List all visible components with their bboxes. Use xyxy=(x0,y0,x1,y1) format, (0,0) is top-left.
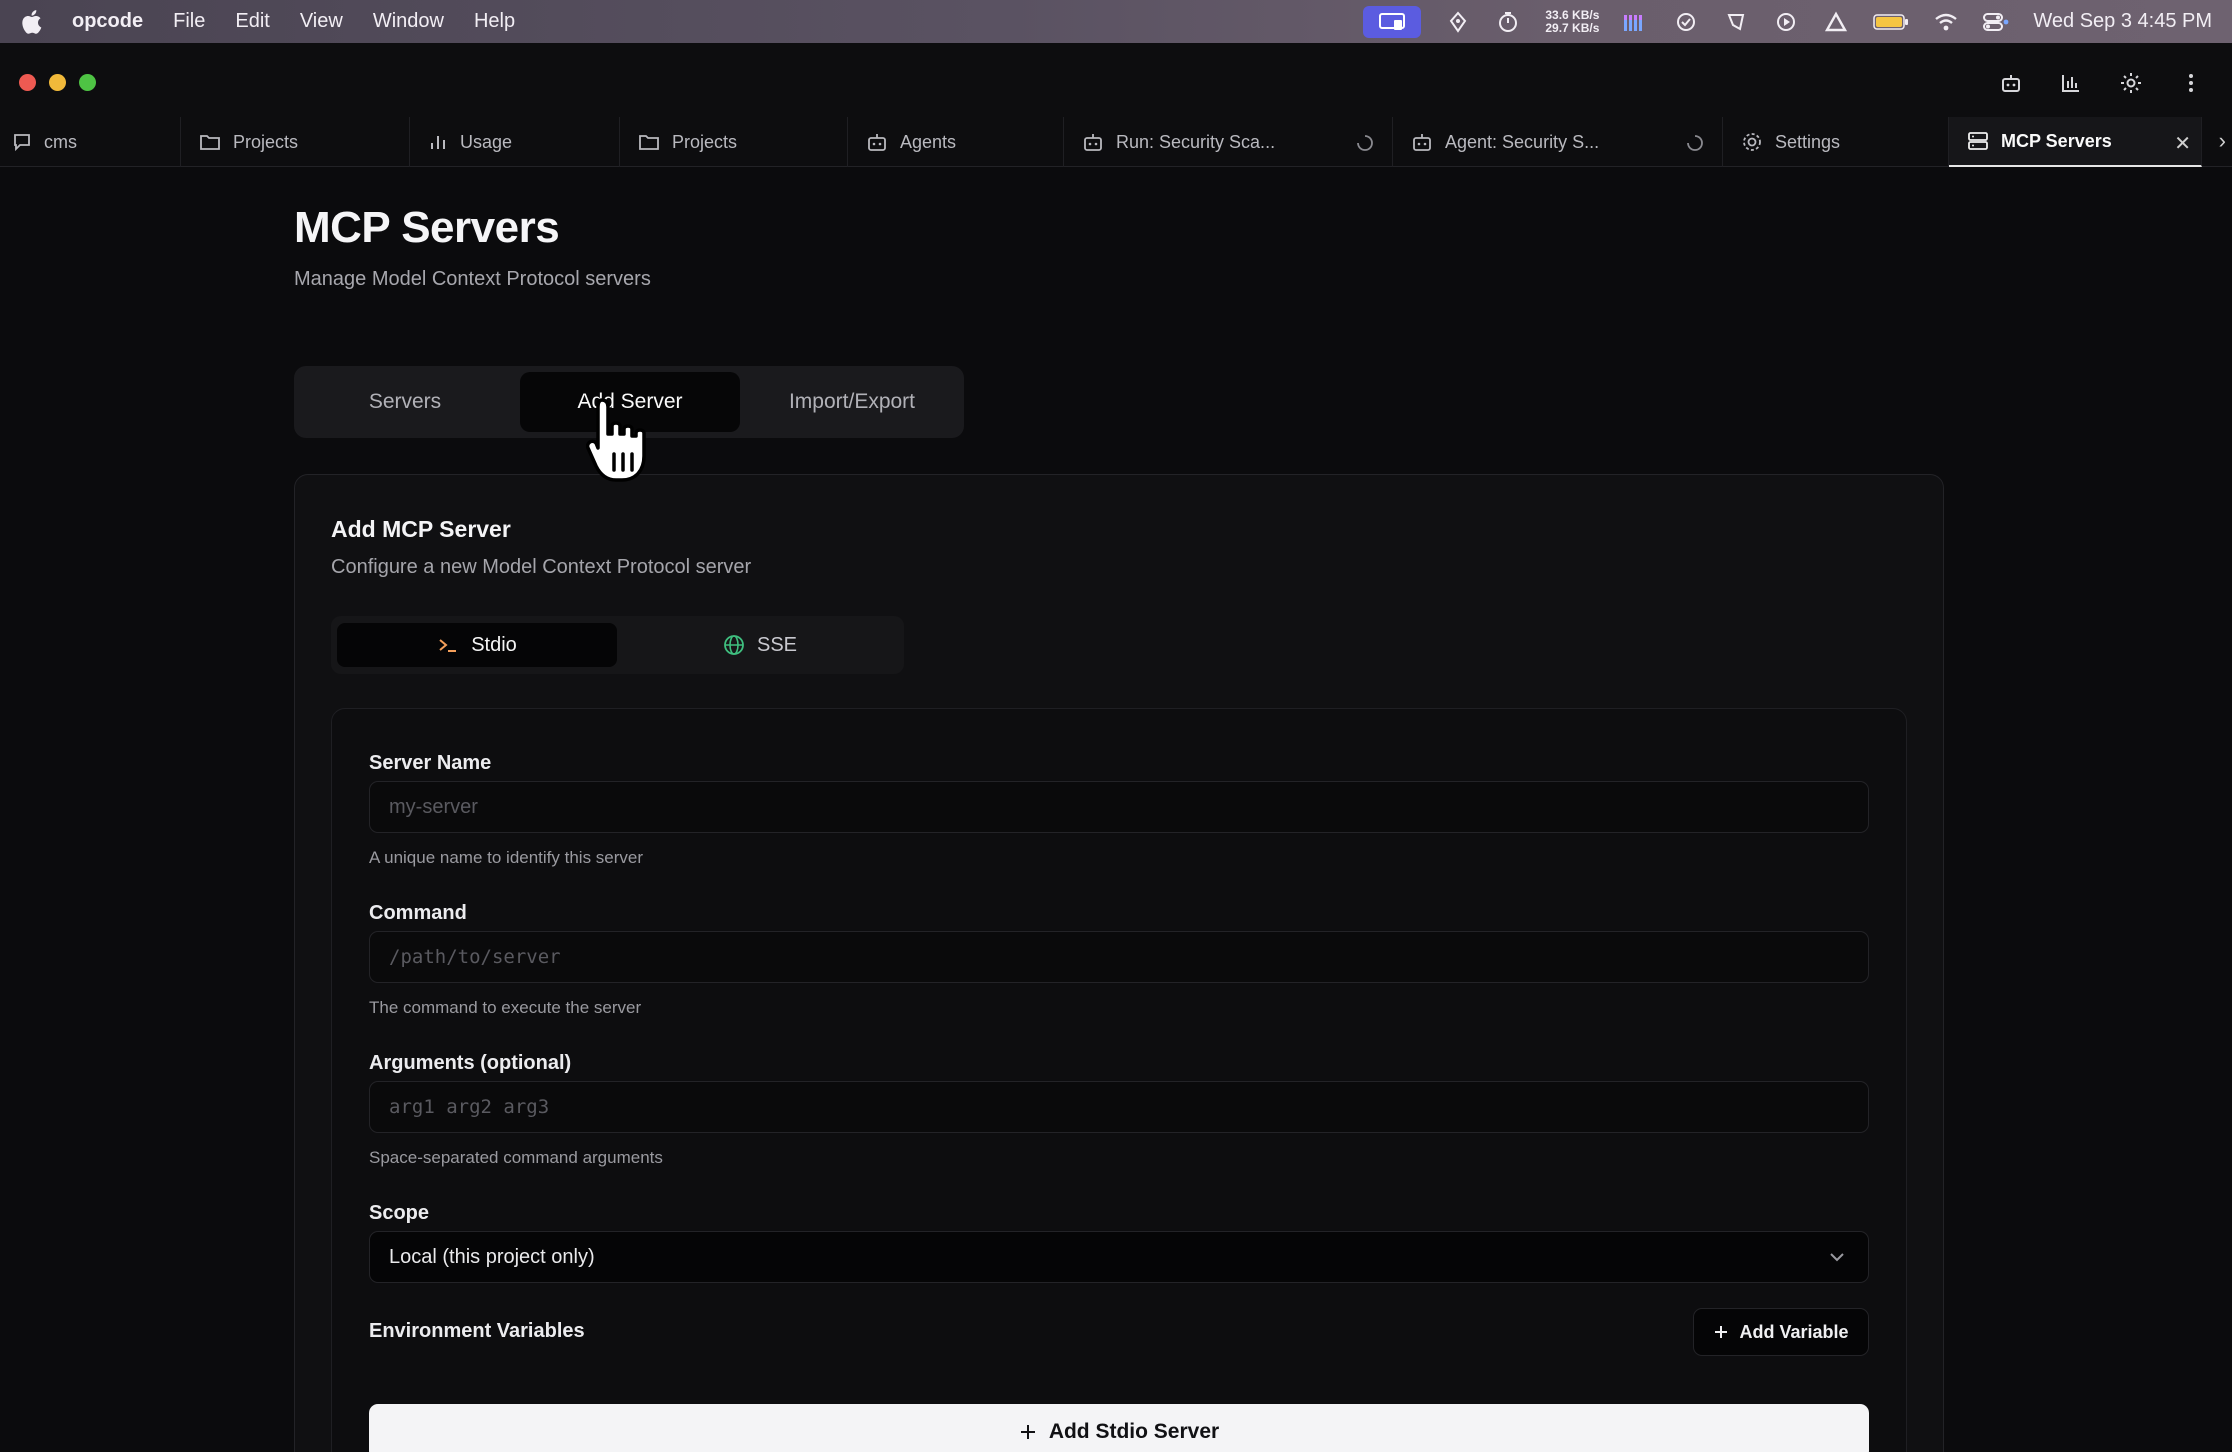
tab-mcp-servers[interactable]: MCP Servers ✕ xyxy=(1949,117,2202,167)
tab-servers[interactable]: Servers xyxy=(300,372,510,432)
network-speed: 33.6 KB/s 29.7 KB/s xyxy=(1545,7,1600,35)
globe-icon xyxy=(724,635,744,655)
apple-icon[interactable] xyxy=(20,9,46,35)
arguments-label: Arguments (optional) xyxy=(369,1052,572,1074)
chevron-right-icon[interactable]: › xyxy=(2219,128,2226,154)
menu-bar: opcode File Edit View Window Help 33.6 K… xyxy=(0,0,2232,43)
menu-help[interactable]: Help xyxy=(474,10,515,33)
triangle-icon[interactable] xyxy=(1823,11,1849,33)
network-upload-speed: 33.6 KB/s xyxy=(1545,7,1600,22)
menu-edit[interactable]: Edit xyxy=(235,10,269,33)
arguments-input[interactable] xyxy=(369,1081,1869,1133)
screen-mirroring-icon[interactable] xyxy=(1363,5,1422,38)
loading-spinner-icon xyxy=(1687,135,1703,151)
app-menu-name[interactable]: opcode xyxy=(72,10,143,33)
tab-bar: cms Projects Usage Projects Agents Run: … xyxy=(0,117,2232,167)
bar-chart-icon xyxy=(431,136,445,149)
server-icon xyxy=(1968,132,1988,150)
battery-icon[interactable] xyxy=(1873,11,1909,33)
menu-window[interactable]: Window xyxy=(373,10,444,33)
transport-sse-button[interactable]: SSE xyxy=(621,623,899,667)
cpu-meter-icon[interactable] xyxy=(1623,11,1649,33)
chevron-down-icon xyxy=(1830,1253,1844,1262)
tab-import-export[interactable]: Import/Export xyxy=(746,372,958,432)
settings-toolbar-icon[interactable] xyxy=(2118,70,2144,96)
transport-type-toggle: Stdio SSE xyxy=(331,616,904,674)
window-zoom-button[interactable] xyxy=(79,74,96,91)
close-tab-icon[interactable]: ✕ xyxy=(2174,131,2191,156)
usage-toolbar-icon[interactable] xyxy=(2058,70,2084,96)
loading-spinner-icon xyxy=(1357,135,1373,151)
more-vertical-icon[interactable] xyxy=(2178,70,2204,96)
command-help: The command to execute the server xyxy=(369,998,642,1017)
page-subtitle: Manage Model Context Protocol servers xyxy=(294,268,651,290)
network-download-speed: 29.7 KB/s xyxy=(1545,20,1600,35)
tab-label: Projects xyxy=(672,131,738,152)
bot-icon xyxy=(1413,134,1431,151)
terminal-icon xyxy=(439,639,457,652)
tab-label: Agent: Security S... xyxy=(1445,131,1600,152)
window-close-button[interactable] xyxy=(19,74,36,91)
env-vars-label: Environment Variables xyxy=(369,1320,585,1342)
tab-agent-security[interactable]: Agent: Security S... xyxy=(1393,117,1723,167)
mcp-tabs: Servers Add Server Import/Export xyxy=(294,366,964,438)
control-center-icon[interactable] xyxy=(1983,11,2009,33)
window-actions xyxy=(1998,70,2204,96)
add-variable-button[interactable]: Add Variable xyxy=(1693,1308,1869,1356)
gear-icon xyxy=(1743,133,1761,151)
tab-settings[interactable]: Settings xyxy=(1723,117,1949,167)
plus-icon xyxy=(1020,1425,1035,1439)
pen-tool-icon[interactable] xyxy=(1445,10,1471,33)
tab-label: Run: Security Sca... xyxy=(1116,131,1276,152)
server-name-input[interactable] xyxy=(369,781,1869,833)
command-label: Command xyxy=(369,902,467,924)
tab-label: Usage xyxy=(460,131,513,152)
tab-label: Projects xyxy=(233,131,299,152)
menu-file[interactable]: File xyxy=(173,10,205,33)
tab-label: cms xyxy=(44,131,77,152)
server-name-help: A unique name to identify this server xyxy=(369,848,644,867)
folder-icon xyxy=(639,135,659,150)
tab-label: Agents xyxy=(900,131,957,152)
bot-icon xyxy=(868,134,886,151)
play-icon[interactable] xyxy=(1773,11,1799,33)
tab-label: Settings xyxy=(1775,131,1841,152)
scope-selected-value: Local (this project only) xyxy=(389,1245,595,1268)
tab-cms[interactable]: cms xyxy=(0,117,181,167)
transport-stdio-button[interactable]: Stdio xyxy=(337,623,617,667)
tab-add-server[interactable]: Add Server xyxy=(520,372,740,432)
bot-icon xyxy=(1084,134,1102,151)
shield-icon[interactable] xyxy=(1723,11,1749,33)
menubar-clock[interactable]: Wed Sep 3 4:45 PM xyxy=(2033,10,2212,33)
tab-usage[interactable]: Usage xyxy=(410,117,620,167)
window-minimize-button[interactable] xyxy=(49,74,66,91)
transport-stdio-label: Stdio xyxy=(471,633,517,656)
chat-icon xyxy=(14,134,30,152)
card-subtitle: Configure a new Model Context Protocol s… xyxy=(331,556,752,578)
agents-toolbar-icon[interactable] xyxy=(1998,70,2024,96)
page-title: MCP Servers xyxy=(294,203,560,252)
add-stdio-server-button[interactable]: Add Stdio Server xyxy=(369,1404,1869,1452)
command-input[interactable] xyxy=(369,931,1869,983)
tab-agents[interactable]: Agents xyxy=(848,117,1064,167)
tab-projects-1[interactable]: Projects xyxy=(181,117,410,167)
add-variable-label: Add Variable xyxy=(1739,1321,1849,1342)
scope-label: Scope xyxy=(369,1202,430,1224)
tab-run-security-scan[interactable]: Run: Security Sca... xyxy=(1064,117,1393,167)
card-title: Add MCP Server xyxy=(331,516,511,542)
tab-projects-2[interactable]: Projects xyxy=(620,117,848,167)
server-name-label: Server Name xyxy=(369,752,492,774)
timer-icon[interactable] xyxy=(1495,11,1521,33)
scope-select[interactable]: Local (this project only) xyxy=(369,1231,1869,1283)
folder-icon xyxy=(200,135,220,150)
window-titlebar xyxy=(0,43,2232,117)
wifi-icon[interactable] xyxy=(1933,11,1959,33)
plus-icon xyxy=(1715,1326,1728,1338)
tab-label: MCP Servers xyxy=(2001,130,2112,151)
transport-sse-label: SSE xyxy=(756,633,798,656)
check-circle-icon[interactable] xyxy=(1673,11,1699,33)
menu-view[interactable]: View xyxy=(300,10,343,33)
add-stdio-server-label: Add Stdio Server xyxy=(1048,1420,1220,1443)
arguments-help: Space-separated command arguments xyxy=(369,1148,663,1167)
